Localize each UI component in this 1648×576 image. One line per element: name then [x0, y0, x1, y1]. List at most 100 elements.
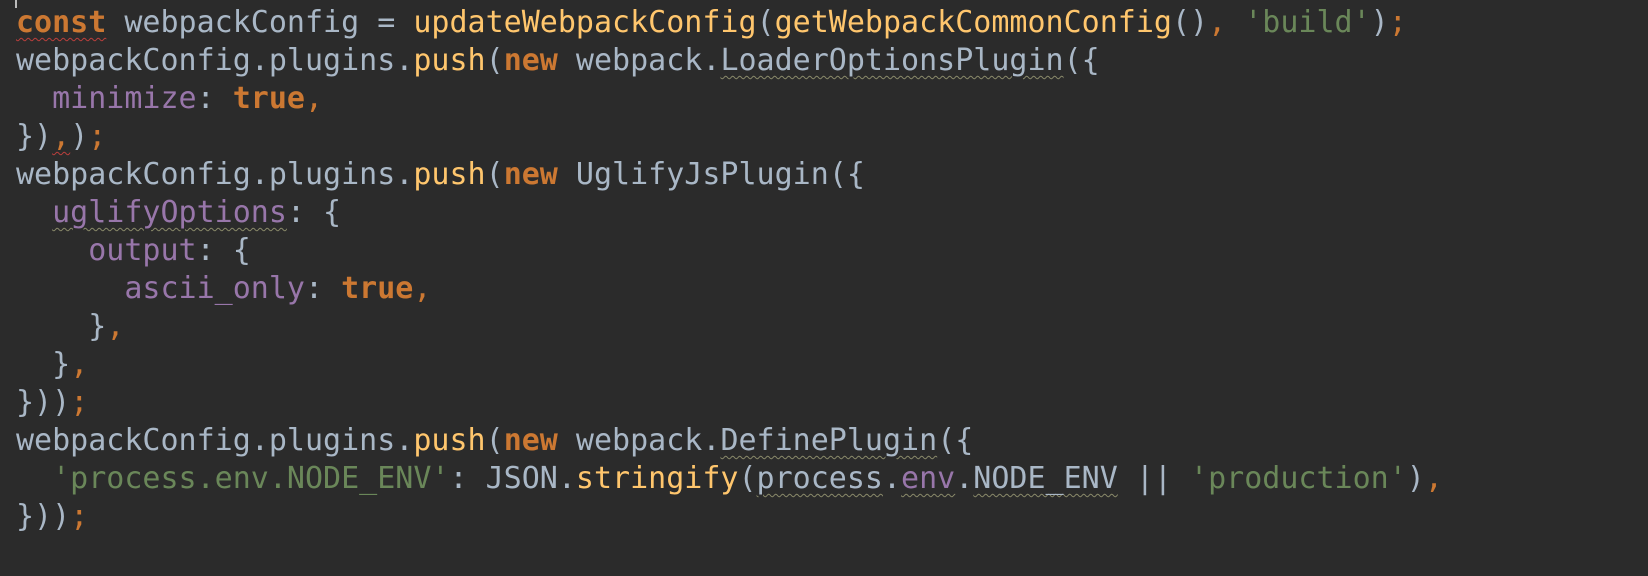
code-token-func: push — [413, 43, 486, 78]
code-line[interactable]: uglifyOptions: { — [16, 194, 1648, 232]
code-token-punct: : — [305, 271, 342, 306]
code-token-prop: minimize — [52, 81, 197, 116]
code-token-keyword: new — [503, 43, 558, 78]
code-line[interactable]: minimize: true, — [16, 80, 1648, 118]
code-token-punct: . — [250, 43, 269, 78]
code-token-punct: ) — [70, 119, 89, 154]
code-token-keyword: true — [341, 271, 414, 306]
code-token-punct: : { — [196, 233, 251, 268]
code-token-punct: })) — [16, 499, 71, 534]
code-token-ident: webpack. — [557, 423, 721, 458]
code-token-punct: . — [395, 43, 414, 78]
code-token-ident: webpack. — [557, 43, 721, 78]
code-token-ident: webpackConfig — [16, 157, 251, 192]
code-token-punct: ( — [756, 5, 775, 40]
code-line[interactable]: }, — [16, 308, 1648, 346]
code-token-func: stringify — [575, 461, 739, 496]
code-token-string: 'process.env.NODE_ENV' — [52, 461, 450, 496]
code-token-comma: , — [413, 271, 432, 306]
code-line[interactable]: })); — [16, 498, 1648, 536]
code-token-op: || — [1117, 461, 1191, 496]
code-line[interactable]: 'process.env.NODE_ENV': JSON.stringify(p… — [16, 460, 1648, 498]
code-token-comma: , — [1424, 461, 1443, 496]
code-line[interactable]: const webpackConfig = updateWebpackConfi… — [16, 4, 1648, 42]
code-token-punct: () — [1171, 5, 1209, 40]
code-token-keyword: const — [16, 5, 107, 40]
code-token-punct: ) — [1406, 461, 1425, 496]
code-line[interactable]: ascii_only: true, — [16, 270, 1648, 308]
code-token-ident: plugins — [268, 157, 396, 192]
code-token-punct: . — [250, 157, 269, 192]
code-line[interactable]: webpackConfig.plugins.push(new webpack.D… — [16, 422, 1648, 460]
code-token-comma: ; — [1388, 5, 1407, 40]
code-token-punct: ( — [485, 157, 504, 192]
code-token-ident: process — [756, 461, 883, 496]
code-token-comma: ; — [88, 119, 107, 154]
code-token-func: push — [413, 423, 486, 458]
code-token-func: push — [413, 157, 486, 192]
code-token-punct: ({ — [937, 423, 974, 458]
code-token-ident: NODE_ENV — [973, 461, 1118, 496]
code-token-ident: DefinePlugin — [720, 423, 938, 458]
code-token-punct: ({ — [828, 157, 865, 192]
code-token-keyword: new — [503, 423, 558, 458]
code-token-string: 'production' — [1190, 461, 1407, 496]
code-token-func: getWebpackCommonConfig — [774, 5, 1172, 40]
code-line[interactable]: webpackConfig.plugins.push(new webpack.L… — [16, 42, 1648, 80]
code-token-punct: ( — [485, 43, 504, 78]
code-token-comma: ; — [70, 499, 89, 534]
code-token-punct: . — [395, 423, 414, 458]
code-token-ident: LoaderOptionsPlugin — [720, 43, 1064, 78]
code-token-comma: ; — [70, 385, 89, 420]
code-token-comma: , — [70, 347, 89, 382]
code-token-prop: ascii_only — [124, 271, 305, 306]
code-token-ident: webpackConfig — [16, 423, 251, 458]
code-token-comma: , — [1208, 5, 1245, 40]
code-token-keyword: new — [503, 157, 558, 192]
code-token-punct: } — [88, 309, 107, 344]
code-token-ident: webpackConfig — [16, 43, 251, 78]
code-token-comma: , — [52, 119, 71, 154]
code-token-ident: plugins — [268, 43, 396, 78]
code-token-comma: , — [305, 81, 324, 116]
code-token-string: 'build' — [1244, 5, 1371, 40]
code-token-punct: : — [196, 81, 233, 116]
code-editor[interactable]: const webpackConfig = updateWebpackConfi… — [0, 0, 1648, 576]
code-token-prop: output — [88, 233, 197, 268]
code-token-ident: : JSON. — [449, 461, 576, 496]
code-token-prop: env — [901, 461, 956, 496]
code-line[interactable]: output: { — [16, 232, 1648, 270]
code-token-punct: } — [52, 347, 71, 382]
code-line[interactable]: })); — [16, 384, 1648, 422]
code-token-punct: ( — [485, 423, 504, 458]
code-token-punct: ) — [1370, 5, 1389, 40]
code-token-func: updateWebpackConfig — [413, 5, 757, 40]
code-line[interactable]: webpackConfig.plugins.push(new UglifyJsP… — [16, 156, 1648, 194]
code-token-ident: UglifyJsPlugin — [557, 157, 829, 192]
code-token-punct: })) — [16, 385, 71, 420]
code-token-punct: . — [250, 423, 269, 458]
code-token-punct: : { — [286, 195, 342, 230]
code-token-prop: uglifyOptions — [52, 195, 287, 230]
code-line[interactable]: }, — [16, 346, 1648, 384]
code-area[interactable]: const webpackConfig = updateWebpackConfi… — [16, 4, 1648, 536]
code-token-ident: webpackConfig — [124, 5, 360, 40]
code-token-punct: . — [882, 461, 902, 496]
code-token-ident: plugins — [268, 423, 396, 458]
code-token-keyword: true — [232, 81, 305, 116]
text-caret — [15, 0, 17, 8]
code-token-punct: . — [395, 157, 414, 192]
code-line[interactable]: }),); — [16, 118, 1648, 156]
code-token-punct: }) — [16, 119, 53, 154]
code-token-punct: . — [955, 461, 974, 496]
code-token-punct: ( — [738, 461, 757, 496]
code-token-comma: , — [106, 309, 125, 344]
